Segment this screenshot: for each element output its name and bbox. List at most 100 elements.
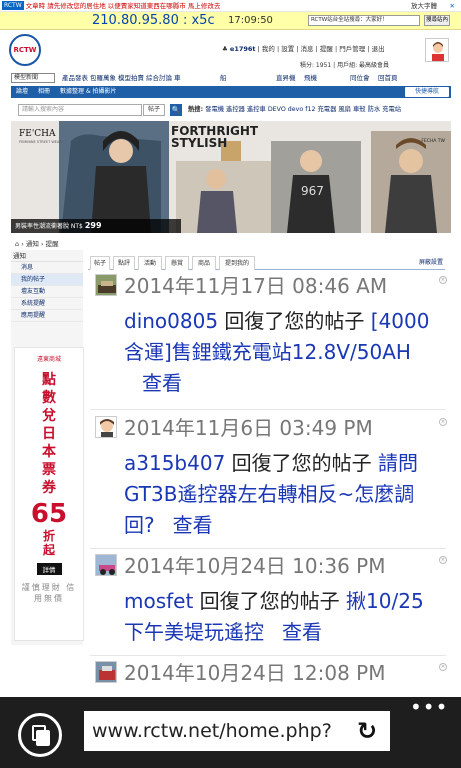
tab-goods[interactable]: 商品 [192, 256, 216, 270]
notice-user-link[interactable]: mosfet [124, 589, 193, 613]
banner-brand-sub: FEMININE STREET WEAR [19, 140, 62, 144]
ad-cta-button[interactable]: 詳情 [36, 563, 62, 575]
banner-promo: 男裝率性潮流衝著脫 NT$ 299 [11, 219, 181, 233]
site-search-button[interactable]: 搜尋站內 [424, 15, 450, 26]
search-row: 請輸入搜索內容 帖子 🔍 熱搜: 發電機 遙控器 遙控車 DEVO devo f… [0, 103, 461, 117]
avatar[interactable] [95, 416, 117, 438]
ad-note: 謹慎理財 信用無價 [21, 583, 77, 603]
category-item[interactable]: 飛機 [304, 72, 350, 84]
category-item[interactable]: 模型拍賣 [118, 72, 146, 84]
browser-bar: ••• www.rctw.net/home.php? ↻ [0, 697, 461, 768]
username-link[interactable]: e1796t [230, 45, 256, 53]
avatar[interactable] [95, 661, 117, 683]
address-bar[interactable]: www.rctw.net/home.php? [84, 711, 390, 751]
sidebar-item-my-posts[interactable]: 我的帖子 [11, 274, 83, 286]
site-logo[interactable]: RCTW [9, 34, 41, 66]
notice-body: mosfet 回復了您的帖子 揪10/25下午美堤玩遙控 查看 [124, 586, 442, 648]
user-link-messages[interactable]: 消息 [301, 45, 314, 53]
user-link-logout[interactable]: 退出 [372, 45, 385, 53]
notice-body: a315b407 回復了您的帖子 請問GT3B遙控器左右轉相反~怎麼調回? 查看 [124, 448, 442, 541]
tab-mentions[interactable]: 提到我的 [219, 256, 255, 270]
tab-events[interactable]: 活動 [138, 256, 162, 270]
notice-date: 2014年11月17日 08:46 AM [124, 274, 388, 298]
close-icon[interactable]: ✕ [450, 0, 455, 12]
sidebar-item-apps[interactable]: 應用提醒 [11, 310, 83, 322]
ad-banner[interactable]: 967 FE'CHA FEMININE STREET WEAR FORTHRIG… [11, 121, 451, 233]
category-select[interactable]: 模型新聞 [11, 73, 55, 83]
hot-search-label: 熱搜: [188, 106, 204, 113]
divider [90, 409, 446, 410]
tab-reviews[interactable]: 點評 [113, 256, 135, 270]
list-item: 2014年11月17日 08:46 AM × dino0805 回復了您的帖子 … [95, 274, 447, 404]
ad-shop-name: 遠東商城 [36, 356, 61, 363]
points-label[interactable]: 積分: 1951 [300, 62, 331, 69]
hot-search-words[interactable]: 發電機 遙控器 遙控車 DEVO devo f12 充電器 風扇 車殼 防水 充… [205, 106, 401, 113]
category-row: 模型新聞 產品發表 包羅萬象 模型拍賣 綜合討論 車 船 直昇機 飛機 同位會 … [0, 72, 461, 84]
group-label[interactable]: 用戶組: 最高級會員 [337, 62, 389, 69]
search-icon[interactable]: 🔍 [170, 104, 182, 116]
view-link[interactable]: 查看 [173, 513, 213, 537]
notice-date: 2014年10月24日 10:36 PM [124, 554, 386, 578]
user-link-alerts[interactable]: 提醒 [320, 45, 333, 53]
category-item[interactable]: 產品發表 [62, 72, 90, 84]
search-type-select[interactable]: 帖子 [143, 104, 165, 116]
page: RCTW 文章時 請先修改您的居住地 以便賣家知道東西在哪縣市 馬上修改去 放大… [0, 0, 461, 768]
delete-icon[interactable]: × [439, 556, 447, 564]
avatar[interactable] [425, 38, 449, 62]
notice-tabs: 帖子 點評 活動 懸賞 商品 提到我的 屏蔽設置 [88, 256, 445, 270]
category-item[interactable]: 綜合討論 [146, 72, 174, 84]
notice-text[interactable]: 文章時 請先修改您的居住地 以便賣家知道東西在哪縣市 馬上修改去 [26, 0, 221, 12]
notice-bar: RCTW 文章時 請先修改您的居住地 以便賣家知道東西在哪縣市 馬上修改去 放大… [0, 0, 461, 12]
category-item[interactable]: 回首頁 [378, 72, 406, 84]
user-points: 積分: 1951 | 用戶組: 最高級會員 [300, 62, 389, 69]
user-icon: ♣ [222, 45, 228, 53]
delete-icon[interactable]: × [439, 276, 447, 284]
notice-action: 回復了您的帖子 [225, 451, 379, 475]
delete-icon[interactable]: × [439, 418, 447, 426]
notice-user-link[interactable]: dino0805 [124, 309, 218, 333]
user-link-settings[interactable]: 設置 [281, 45, 294, 53]
category-item[interactable]: 直昇機 [276, 72, 304, 84]
notice-brand: RCTW [2, 1, 24, 10]
quick-nav-button[interactable]: 快捷導航 [405, 87, 449, 97]
sidebar-item-interactions[interactable]: 壇友互動 [11, 286, 83, 298]
search-input[interactable]: 請輸入搜索內容 [18, 104, 142, 116]
more-icon[interactable]: ••• [410, 697, 447, 717]
tabs-icon[interactable] [18, 713, 62, 757]
banner-slogan: FORTHRIGHT STYLISH [171, 125, 258, 149]
breadcrumb[interactable]: ⌂ › 通知 › 提醒 [15, 238, 59, 248]
nav-data[interactable]: 數據整理 & 拍攝影片 [55, 86, 122, 98]
category-item[interactable]: 車 [174, 72, 220, 84]
ip-bar: 210.80.95.80 : x5c 17:09:50 RCTW站台全站搜尋：大… [0, 12, 461, 30]
avatar[interactable] [95, 274, 117, 296]
banner-price: 299 [84, 221, 102, 230]
category-item[interactable]: 同位會 [350, 72, 378, 84]
notice-body: dino0805 回復了您的帖子 [4000含運]售鋰鐵充電站12.8V/50A… [124, 306, 442, 399]
avatar[interactable] [95, 554, 117, 576]
category-item[interactable]: 包羅萬象 [90, 72, 118, 84]
user-link-mine[interactable]: 我的 [262, 45, 275, 53]
divider [90, 548, 446, 549]
list-item: 2014年10月24日 12:08 PM × [95, 661, 447, 697]
nav-forum[interactable]: 論壇 [11, 86, 33, 98]
sidebar-heading: 通知 [11, 250, 83, 262]
tabs-icon-front [36, 730, 50, 746]
user-link-portal[interactable]: 門戶管理 [339, 45, 365, 53]
sidebar-item-messages[interactable]: 消息 [11, 262, 83, 274]
notice-user-link[interactable]: a315b407 [124, 451, 225, 475]
ad-number: 65 [30, 499, 68, 529]
refresh-icon[interactable]: ↻ [352, 716, 382, 746]
site-search-input[interactable]: RCTW站台全站搜尋：大家好！ [308, 15, 420, 26]
block-settings-link[interactable]: 屏蔽設置 [419, 256, 443, 270]
side-ad[interactable]: 遠東商城 點數兌日本票券 65 折起 詳情 謹慎理財 信用無價 [14, 347, 84, 641]
tab-rewards[interactable]: 懸賞 [165, 256, 189, 270]
view-link[interactable]: 查看 [282, 620, 322, 644]
sidebar-item-system[interactable]: 系統提醒 [11, 298, 83, 310]
notice-action: 回復了您的帖子 [193, 589, 347, 613]
nav-album[interactable]: 相冊 [33, 86, 55, 98]
zoom-text-link[interactable]: 放大字體 [411, 0, 437, 12]
tab-posts[interactable]: 帖子 [90, 256, 110, 270]
view-link[interactable]: 查看 [142, 371, 182, 395]
delete-icon[interactable]: × [439, 663, 447, 671]
category-item[interactable]: 船 [220, 72, 276, 84]
